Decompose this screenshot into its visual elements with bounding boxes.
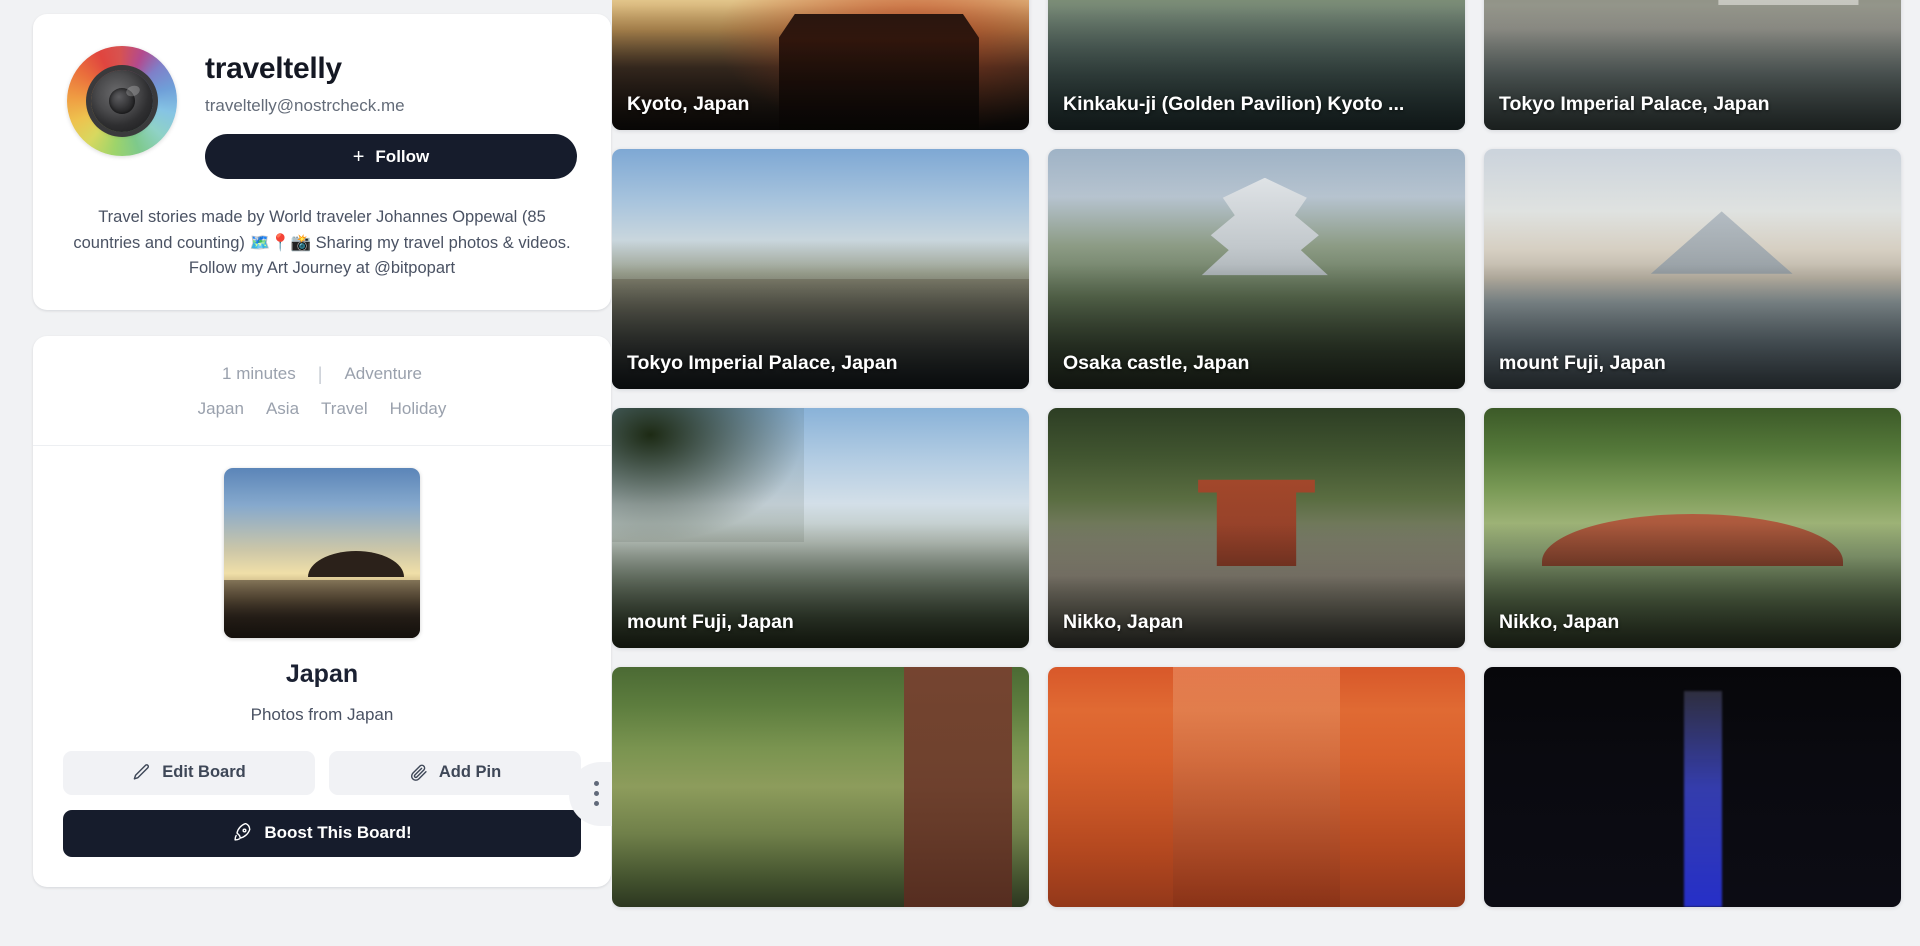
photo-caption: Kinkaku-ji (Golden Pavilion) Kyoto ... [1063, 93, 1405, 115]
photo-caption: Nikko, Japan [1499, 611, 1620, 633]
profile-card: traveltelly traveltelly@nostrcheck.me + … [33, 14, 611, 310]
board-body: Japan Photos from Japan Edit Board Add P… [33, 446, 611, 887]
pencil-icon [132, 763, 151, 782]
read-time: 1 minutes [222, 364, 296, 384]
photo-grid-panel: Kyoto, Japan Kinkaku-ji (Golden Pavilion)… [612, 0, 1920, 946]
photo-tile[interactable] [1484, 667, 1901, 907]
photo-caption: mount Fuji, Japan [1499, 352, 1666, 374]
sidebar: traveltelly traveltelly@nostrcheck.me + … [0, 0, 633, 946]
photo-caption: Osaka castle, Japan [1063, 352, 1250, 374]
follow-button[interactable]: + Follow [205, 134, 577, 179]
photo-tile[interactable] [612, 667, 1029, 907]
photo-tile[interactable]: mount Fuji, Japan [612, 408, 1029, 648]
board-meta-primary: 1 minutes | Adventure [63, 364, 581, 385]
photo-tile[interactable]: Osaka castle, Japan [1048, 149, 1465, 389]
add-pin-button[interactable]: Add Pin [329, 750, 581, 795]
follow-button-label: Follow [375, 146, 430, 166]
edit-board-label: Edit Board [162, 763, 246, 782]
photo-tile[interactable] [1048, 667, 1465, 907]
board-title: Japan [285, 659, 359, 688]
paperclip-icon [409, 763, 428, 782]
profile-header: traveltelly traveltelly@nostrcheck.me + … [67, 46, 577, 179]
tag-japan[interactable]: Japan [198, 399, 244, 419]
photo-caption: Kyoto, Japan [627, 93, 750, 115]
kebab-dot [593, 791, 599, 797]
photo-caption: mount Fuji, Japan [627, 611, 794, 633]
tag-asia[interactable]: Asia [266, 399, 299, 419]
board-category[interactable]: Adventure [344, 364, 422, 384]
photo-tile[interactable]: Nikko, Japan [1048, 408, 1465, 648]
page-title: traveltelly [205, 52, 342, 85]
kebab-dot [593, 781, 599, 787]
board-cover-image[interactable] [224, 467, 420, 638]
board-page: traveltelly traveltelly@nostrcheck.me + … [0, 0, 1920, 946]
profile-handle: traveltelly@nostrcheck.me [205, 96, 405, 115]
boost-board-label: Boost This Board! [264, 823, 412, 843]
plus-icon: + [352, 145, 365, 168]
board-tags: Japan Asia Travel Holiday [63, 399, 581, 419]
meta-separator: | [317, 363, 323, 384]
tag-holiday[interactable]: Holiday [390, 399, 447, 419]
photo-caption: Tokyo Imperial Palace, Japan [1499, 93, 1770, 115]
board-card: 1 minutes | Adventure Japan Asia Travel … [33, 335, 633, 887]
rocket-icon [232, 823, 252, 843]
add-pin-label: Add Pin [438, 763, 502, 782]
photo-tile[interactable]: Tokyo Imperial Palace, Japan [612, 149, 1029, 389]
edit-board-button[interactable]: Edit Board [63, 750, 315, 795]
photo-tile[interactable]: mount Fuji, Japan [1484, 149, 1901, 389]
tag-travel[interactable]: Travel [321, 399, 368, 419]
photo-tile[interactable]: Nikko, Japan [1484, 408, 1901, 648]
profile-bio: Travel stories made by World traveler Jo… [73, 208, 571, 278]
photo-tile[interactable]: Tokyo Imperial Palace, Japan [1484, 0, 1901, 130]
camera-lens-icon [91, 70, 153, 132]
board-meta: 1 minutes | Adventure Japan Asia Travel … [33, 336, 611, 445]
photo-caption: Tokyo Imperial Palace, Japan [627, 352, 898, 374]
board-actions: Edit Board Add Pin [63, 750, 581, 795]
photo-image [1484, 667, 1901, 907]
photo-image [1048, 667, 1465, 907]
avatar[interactable] [67, 46, 177, 156]
photo-tile[interactable]: Kinkaku-ji (Golden Pavilion) Kyoto ... [1048, 0, 1465, 130]
photo-tile[interactable]: Kyoto, Japan [612, 0, 1029, 130]
cover-city [224, 579, 420, 638]
photo-grid: Kyoto, Japan Kinkaku-ji (Golden Pavilion)… [612, 0, 1901, 907]
profile-meta: traveltelly traveltelly@nostrcheck.me + … [205, 46, 577, 179]
kebab-dot [593, 801, 599, 807]
boost-board-button[interactable]: Boost This Board! [63, 809, 581, 857]
board-subtitle: Photos from Japan [250, 704, 394, 724]
cover-roof [308, 550, 405, 577]
photo-caption: Nikko, Japan [1063, 611, 1184, 633]
photo-image [612, 667, 1029, 907]
